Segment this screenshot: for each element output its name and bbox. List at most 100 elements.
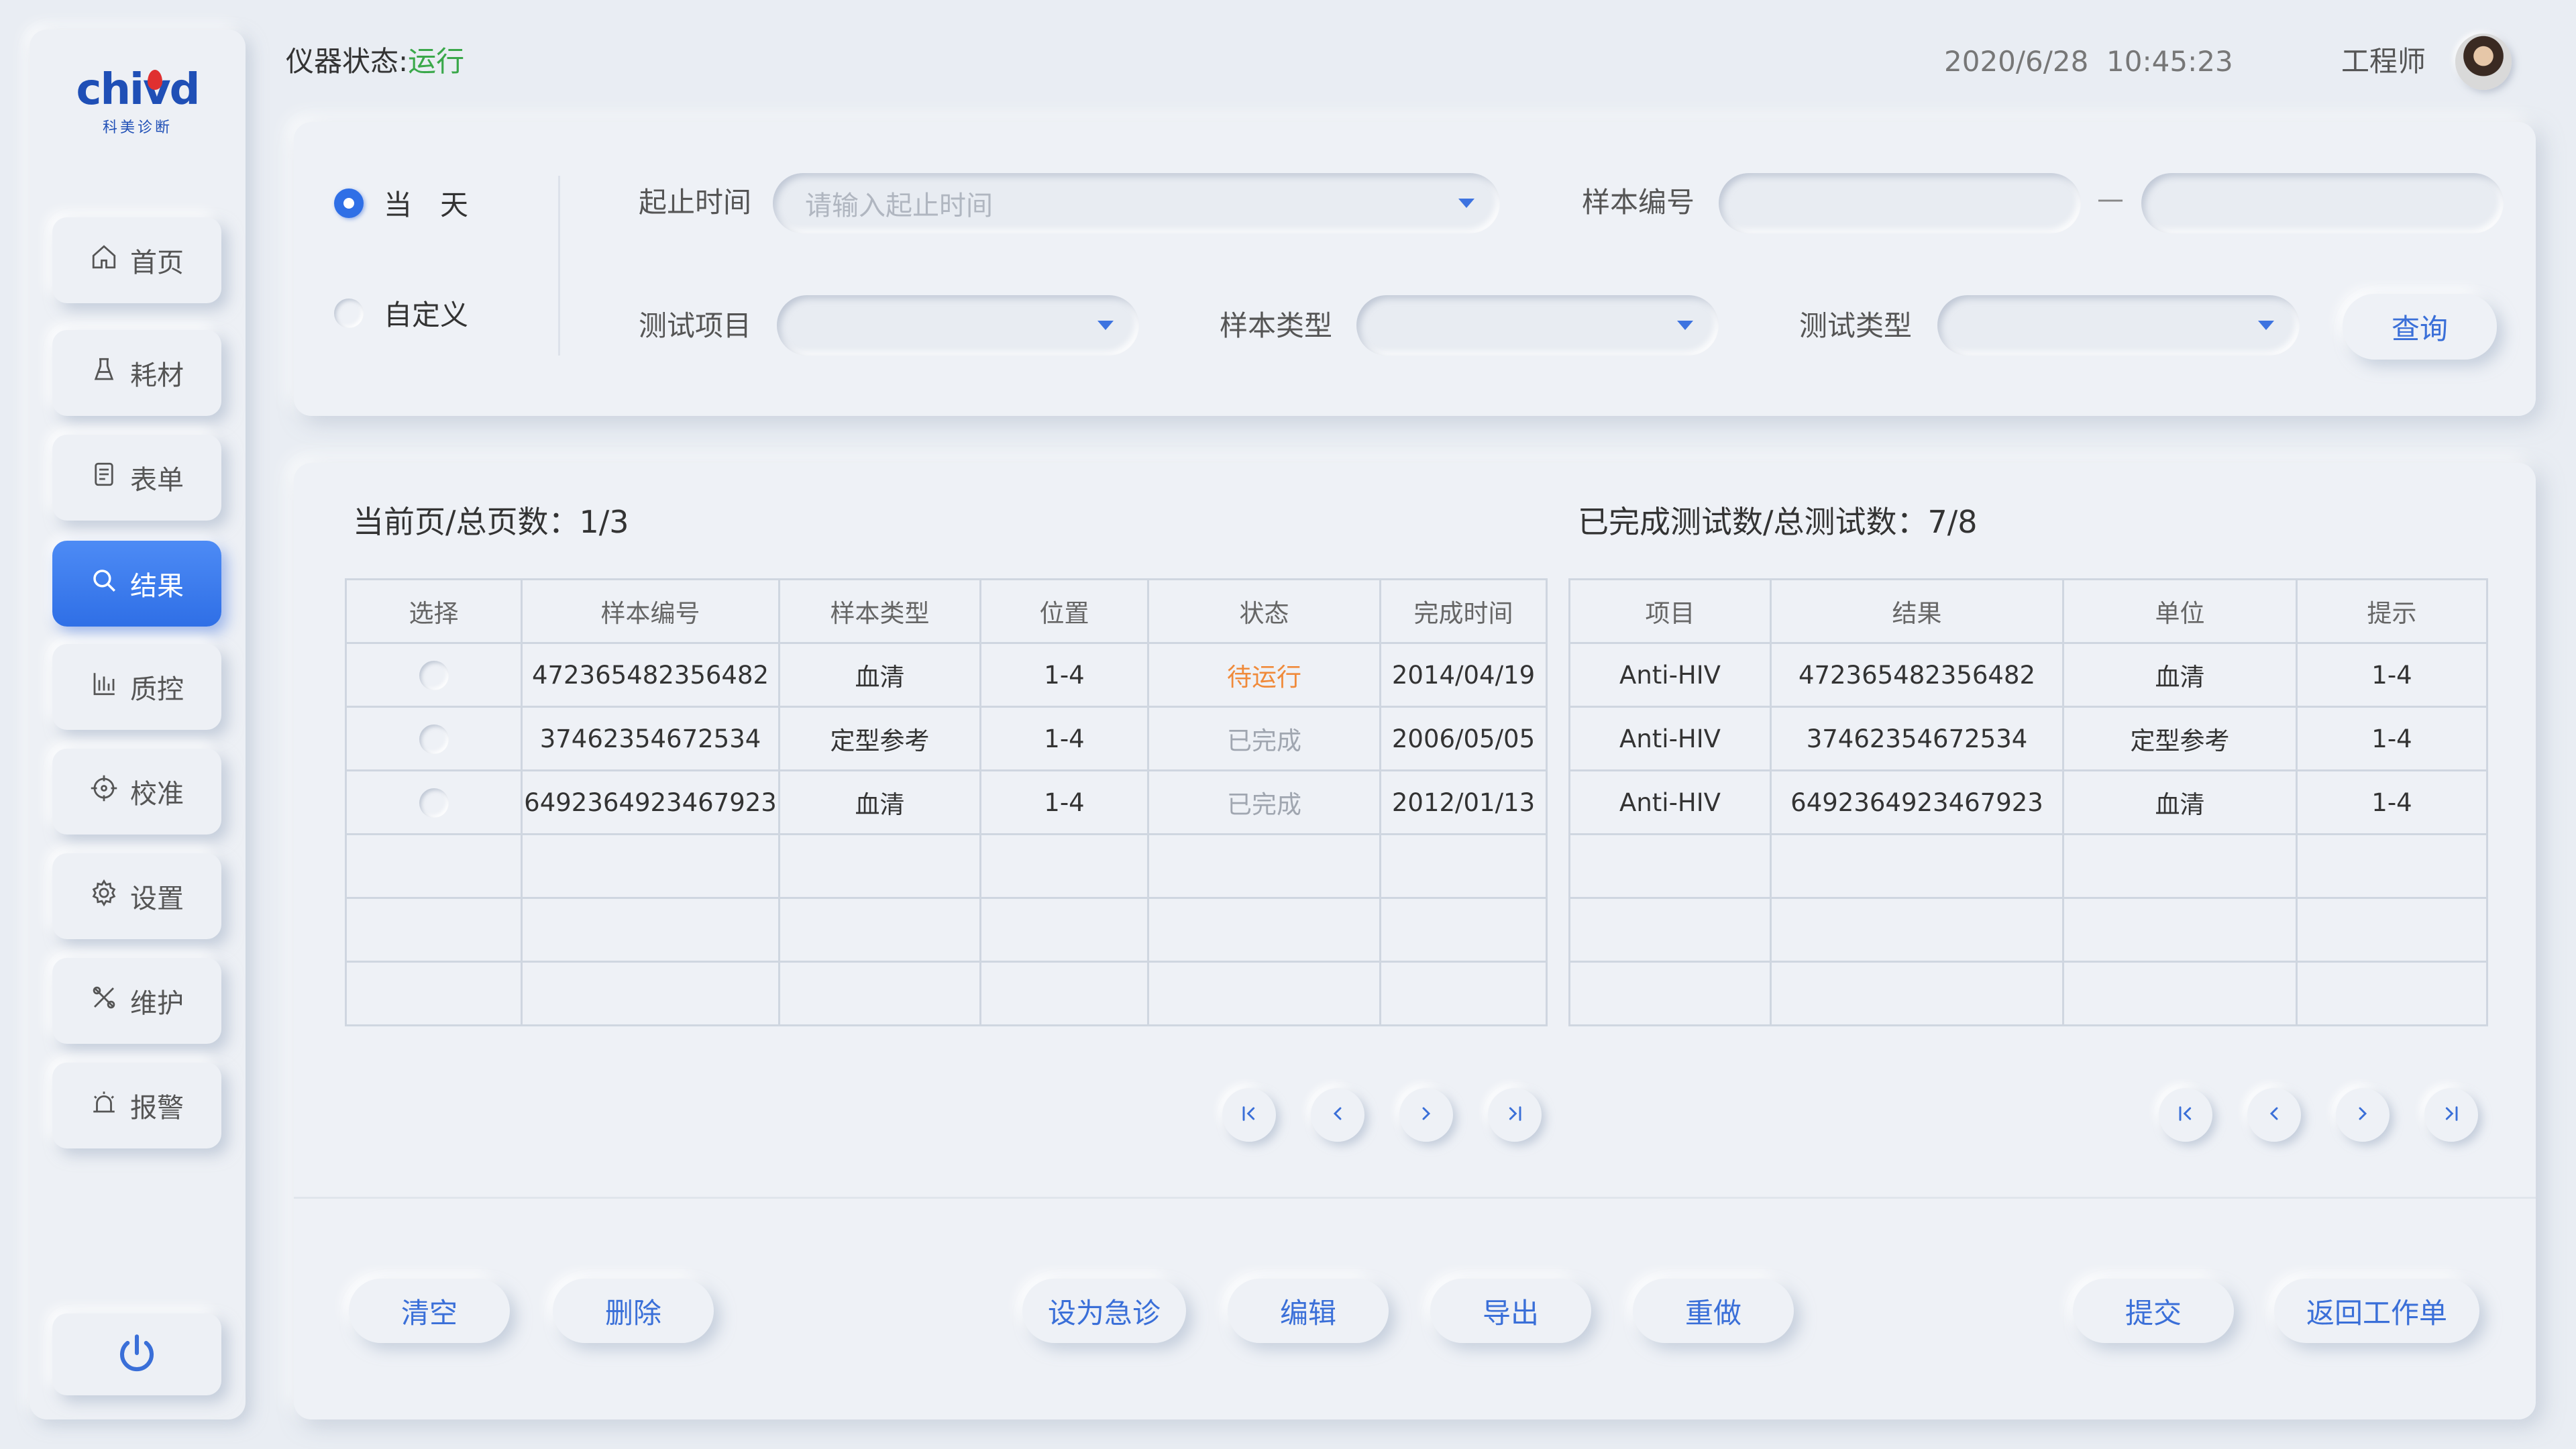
last-page-button[interactable] <box>1488 1088 1542 1142</box>
test-item-label: 测试项目 <box>639 309 752 342</box>
first-page-icon <box>2175 1103 2196 1127</box>
table-header-row: 项目 结果 单位 提示 <box>1568 578 2488 644</box>
cell-hint: 1-4 <box>2296 706 2488 771</box>
sidebar-item-label: 首页 <box>130 248 184 278</box>
cell-result: 472365482356482 <box>1770 642 2064 708</box>
query-button[interactable]: 查询 <box>2343 294 2497 360</box>
cell-finish-time: 2014/04/19 <box>1379 642 1548 708</box>
row-select-radio[interactable] <box>419 788 449 818</box>
sample-no-from-input[interactable] <box>1719 173 2081 233</box>
back-to-worklist-button[interactable]: 返回工作单 <box>2274 1279 2479 1343</box>
first-page-button[interactable] <box>1222 1088 1276 1142</box>
sample-no-to-input[interactable] <box>2141 173 2504 233</box>
table-row[interactable]: Anti-HIV 6492364923467923 血清 1-4 <box>1568 769 2488 835</box>
table-row[interactable]: 37462354672534 定型参考 1-4 已完成 2006/05/05 <box>345 706 1548 771</box>
radio-today-label: 当 天 <box>384 189 469 221</box>
sidebar-item-label: 报警 <box>130 1093 184 1124</box>
table-row[interactable]: 6492364923467923 血清 1-4 已完成 2012/01/13 <box>345 769 1548 835</box>
sample-type-select[interactable] <box>1356 295 1719 356</box>
sidebar-item-home[interactable]: 首页 <box>52 217 221 303</box>
sidebar-item-alarms[interactable]: 报警 <box>52 1063 221 1148</box>
radio-today[interactable]: 当 天 <box>334 182 468 223</box>
prev-page-button[interactable] <box>1311 1088 1364 1142</box>
home-icon <box>90 243 118 278</box>
table-row-empty <box>1568 833 2488 899</box>
edit-button[interactable]: 编辑 <box>1228 1279 1389 1343</box>
next-page-button[interactable] <box>1399 1088 1453 1142</box>
footer-divider <box>294 1197 2536 1199</box>
row-select-radio[interactable] <box>419 660 449 690</box>
prev-page-icon <box>2263 1103 2285 1127</box>
datetime: 2020/6/28 10:45:23 <box>1944 45 2233 78</box>
cell-sample-no: 6492364923467923 <box>521 769 780 835</box>
sidebar-item-qc[interactable]: 质控 <box>52 644 221 730</box>
cell-sample-type: 定型参考 <box>778 706 981 771</box>
cell-unit: 定型参考 <box>2062 706 2298 771</box>
sidebar-item-maintenance[interactable]: 维护 <box>52 958 221 1044</box>
crosshair-icon <box>90 774 118 809</box>
cell-result: 6492364923467923 <box>1770 769 2064 835</box>
sidebar-item-label: 耗材 <box>130 360 184 391</box>
cell-position: 1-4 <box>979 706 1149 771</box>
cell-unit: 血清 <box>2062 769 2298 835</box>
cell-hint: 1-4 <box>2296 769 2488 835</box>
gear-icon <box>90 879 118 914</box>
test-type-label: 测试类型 <box>1799 309 1913 342</box>
first-page-button[interactable] <box>2159 1088 2212 1142</box>
sidebar-item-label: 校准 <box>130 779 184 810</box>
row-select-radio[interactable] <box>419 724 449 754</box>
column-header: 完成时间 <box>1379 578 1548 644</box>
date-range-label: 起止时间 <box>639 186 752 219</box>
chevron-down-icon <box>1097 321 1114 330</box>
form-icon <box>90 460 118 495</box>
delete-button[interactable]: 删除 <box>553 1279 714 1343</box>
cell-finish-time: 2012/01/13 <box>1379 769 1548 835</box>
radio-custom[interactable]: 自定义 <box>334 292 468 333</box>
table-row-empty <box>1568 897 2488 963</box>
radio-unchecked-icon <box>334 298 364 328</box>
cell-sample-type: 血清 <box>778 642 981 708</box>
test-item-select[interactable] <box>777 295 1139 356</box>
filter-divider <box>558 176 560 356</box>
test-counter: 已完成测试数/总测试数：7/8 <box>1578 504 1978 540</box>
column-header: 提示 <box>2296 578 2488 644</box>
bar-chart-icon <box>90 669 118 704</box>
last-page-icon <box>1504 1103 1525 1127</box>
redo-button[interactable]: 重做 <box>1633 1279 1794 1343</box>
next-page-icon <box>2352 1103 2373 1127</box>
radio-custom-label: 自定义 <box>384 299 469 331</box>
avatar[interactable] <box>2455 34 2512 90</box>
first-page-icon <box>1238 1103 1260 1127</box>
result-table: 项目 结果 单位 提示 Anti-HIV 472365482356482 血清 … <box>1568 578 2488 1026</box>
sample-no-label: 样本编号 <box>1582 186 1695 219</box>
sidebar-item-consumables[interactable]: 耗材 <box>52 330 221 416</box>
last-page-button[interactable] <box>2424 1088 2478 1142</box>
power-button[interactable] <box>52 1313 221 1395</box>
user-name: 工程师 <box>2341 45 2426 78</box>
clear-button[interactable]: 清空 <box>349 1279 510 1343</box>
submit-button[interactable]: 提交 <box>2073 1279 2234 1343</box>
column-header: 样本类型 <box>778 578 981 644</box>
sidebar-item-calibration[interactable]: 校准 <box>52 749 221 835</box>
cell-item: Anti-HIV <box>1568 642 1772 708</box>
sidebar-item-settings[interactable]: 设置 <box>52 853 221 939</box>
date-range-select[interactable]: 请输入起止时间 <box>773 173 1500 233</box>
next-page-button[interactable] <box>2336 1088 2390 1142</box>
sidebar-item-results[interactable]: 结果 <box>52 541 221 627</box>
column-header: 选择 <box>345 578 523 644</box>
test-type-select[interactable] <box>1937 295 2300 356</box>
prev-page-button[interactable] <box>2247 1088 2301 1142</box>
tools-icon <box>90 983 118 1018</box>
table-row[interactable]: Anti-HIV 472365482356482 血清 1-4 <box>1568 642 2488 708</box>
cell-item: Anti-HIV <box>1568 706 1772 771</box>
cell-position: 1-4 <box>979 642 1149 708</box>
alarm-icon <box>90 1088 118 1123</box>
sidebar-item-forms[interactable]: 表单 <box>52 435 221 521</box>
set-urgent-button[interactable]: 设为急诊 <box>1022 1279 1186 1343</box>
export-button[interactable]: 导出 <box>1430 1279 1591 1343</box>
table-row[interactable]: 472365482356482 血清 1-4 待运行 2014/04/19 <box>345 642 1548 708</box>
chevron-down-icon <box>1458 199 1474 208</box>
table-row[interactable]: Anti-HIV 37462354672534 定型参考 1-4 <box>1568 706 2488 771</box>
brand-logo: chivd 科美诊断 <box>76 65 201 136</box>
column-header: 位置 <box>979 578 1149 644</box>
